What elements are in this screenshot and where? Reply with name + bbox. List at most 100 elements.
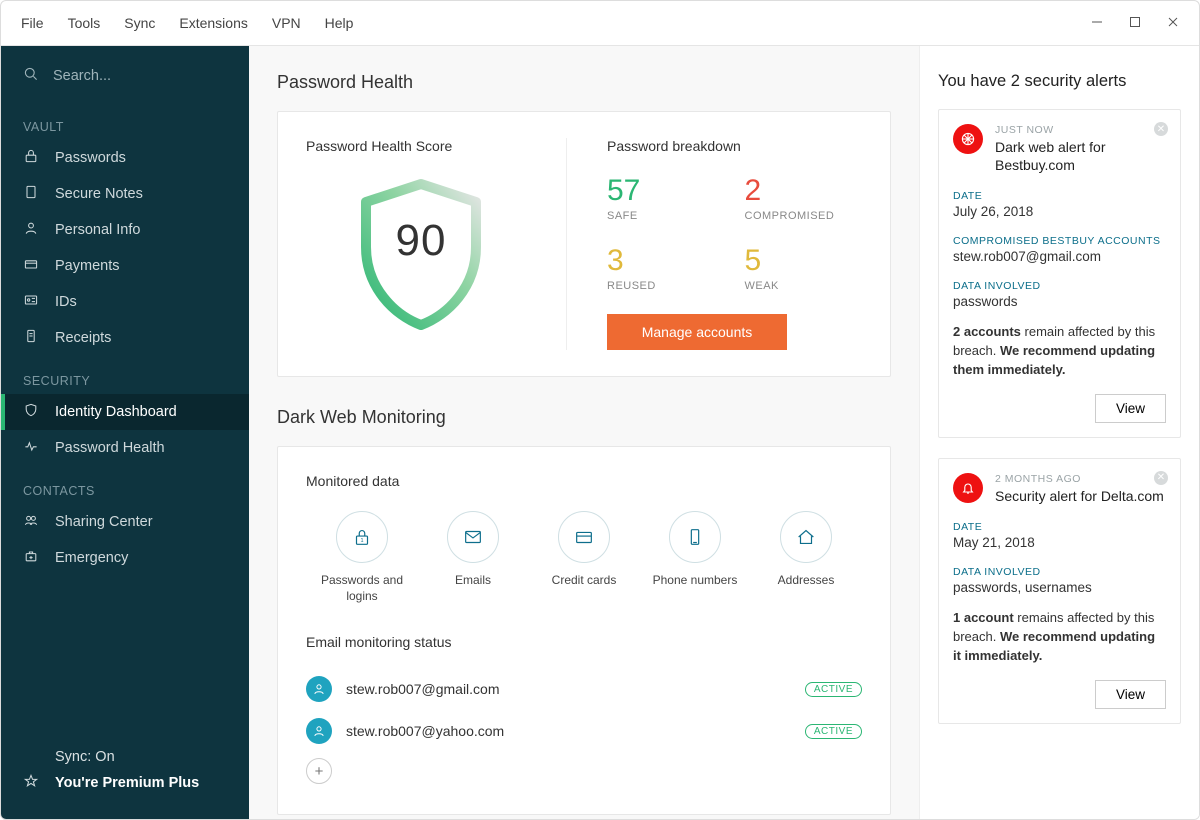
id-icon <box>23 292 39 312</box>
alert-view-button[interactable]: View <box>1095 680 1166 709</box>
password-health-heading: Password Health <box>277 72 891 93</box>
user-icon <box>306 718 332 744</box>
dismiss-icon[interactable]: ✕ <box>1154 122 1168 136</box>
receipt-icon <box>23 328 39 348</box>
nav-payments[interactable]: Payments <box>1 248 249 284</box>
app-window: File Tools Sync Extensions VPN Help Sear… <box>0 0 1200 820</box>
breakdown-label: COMPROMISED <box>745 210 863 222</box>
nav-label: Receipts <box>55 330 111 346</box>
star-icon <box>23 773 39 793</box>
status-badge: ACTIVE <box>805 682 862 697</box>
sidebar: Search... VAULT Passwords Secure Notes P… <box>1 46 249 819</box>
alert-field-value: passwords, usernames <box>953 580 1166 595</box>
breakdown-label: REUSED <box>607 280 725 292</box>
svg-text:1: 1 <box>360 538 363 544</box>
alert-field-label: COMPROMISED BESTBUY ACCOUNTS <box>953 235 1166 247</box>
nav-personal-info[interactable]: Personal Info <box>1 212 249 248</box>
monitored-phone[interactable]: Phone numbers <box>645 511 745 604</box>
menu-help[interactable]: Help <box>325 15 354 31</box>
search-box[interactable]: Search... <box>1 46 249 102</box>
monitored-label: Passwords and logins <box>312 573 412 604</box>
plan-label: You're Premium Plus <box>55 775 199 791</box>
alert-title: Dark web alert for Bestbuy.com <box>995 138 1166 174</box>
nav-emergency[interactable]: Emergency <box>1 540 249 576</box>
nav-password-health[interactable]: Password Health <box>1 430 249 466</box>
dark-web-heading: Dark Web Monitoring <box>277 407 891 428</box>
alert-field-value: stew.rob007@gmail.com <box>953 249 1166 264</box>
note-icon <box>23 184 39 204</box>
monitored-label: Credit cards <box>552 573 617 589</box>
close-icon[interactable] <box>1167 15 1179 31</box>
web-icon <box>953 124 983 154</box>
main-content: Password Health Password Health Score 90 <box>249 46 919 819</box>
alert-card: ✕ 2 MONTHS AGOSecurity alert for Delta.c… <box>938 458 1181 724</box>
section-contacts-label: CONTACTS <box>1 466 249 504</box>
nav-label: Password Health <box>55 440 165 456</box>
monitored-label: Phone numbers <box>653 573 738 589</box>
nav-ids[interactable]: IDs <box>1 284 249 320</box>
people-icon <box>23 512 39 532</box>
monitored-mail[interactable]: Emails <box>423 511 523 604</box>
nav-label: Personal Info <box>55 222 140 238</box>
menu-vpn[interactable]: VPN <box>272 15 301 31</box>
email-row[interactable]: stew.rob007@yahoo.comACTIVE <box>306 710 862 752</box>
email-address: stew.rob007@yahoo.com <box>346 723 791 739</box>
dark-web-card: Monitored data 1Passwords and loginsEmai… <box>277 446 891 815</box>
lock-icon <box>23 148 39 168</box>
lock-icon: 1 <box>336 511 388 563</box>
score-label: Password Health Score <box>306 138 536 154</box>
maximize-icon[interactable] <box>1129 15 1141 31</box>
monitored-card[interactable]: Credit cards <box>534 511 634 604</box>
monitored-label: Emails <box>455 573 491 589</box>
score-value: 90 <box>346 216 496 266</box>
person-icon <box>23 220 39 240</box>
score-shield: 90 <box>346 172 496 342</box>
nav-identity-dashboard[interactable]: Identity Dashboard <box>1 394 249 430</box>
window-controls <box>1091 15 1189 31</box>
home-icon <box>780 511 832 563</box>
card-icon <box>558 511 610 563</box>
add-email-button[interactable]: + <box>306 758 332 784</box>
alert-field-label: DATE <box>953 521 1166 533</box>
nav-label: Payments <box>55 258 119 274</box>
monitored-lock[interactable]: 1 Passwords and logins <box>312 511 412 604</box>
briefcase-icon <box>23 548 39 568</box>
shield-icon <box>23 402 39 422</box>
nav-label: IDs <box>55 294 77 310</box>
menu-tools[interactable]: Tools <box>68 15 101 31</box>
alerts-heading: You have 2 security alerts <box>938 72 1181 91</box>
breakdown-value: 2 <box>745 176 863 206</box>
search-icon <box>23 66 39 86</box>
nav-passwords[interactable]: Passwords <box>1 140 249 176</box>
breakdown-value: 57 <box>607 176 725 206</box>
breakdown-label: SAFE <box>607 210 725 222</box>
breakdown-label: Password breakdown <box>607 138 862 154</box>
breakdown-label: WEAK <box>745 280 863 292</box>
minimize-icon[interactable] <box>1091 15 1103 31</box>
manage-accounts-button[interactable]: Manage accounts <box>607 314 787 350</box>
monitored-home[interactable]: Addresses <box>756 511 856 604</box>
nav-label: Secure Notes <box>55 186 143 202</box>
alert-view-button[interactable]: View <box>1095 394 1166 423</box>
dismiss-icon[interactable]: ✕ <box>1154 471 1168 485</box>
nav-sharing-center[interactable]: Sharing Center <box>1 504 249 540</box>
card-icon <box>23 256 39 276</box>
user-icon <box>306 676 332 702</box>
alert-when: 2 MONTHS AGO <box>995 473 1164 485</box>
alert-field-label: DATE <box>953 190 1166 202</box>
alert-card: ✕ JUST NOWDark web alert for Bestbuy.com… <box>938 109 1181 438</box>
nav-secure-notes[interactable]: Secure Notes <box>1 176 249 212</box>
breakdown-value: 5 <box>745 246 863 276</box>
mail-icon <box>447 511 499 563</box>
menu-sync[interactable]: Sync <box>124 15 155 31</box>
nav-receipts[interactable]: Receipts <box>1 320 249 356</box>
section-vault-label: VAULT <box>1 102 249 140</box>
nav-label: Emergency <box>55 550 128 566</box>
nav-label: Passwords <box>55 150 126 166</box>
email-row[interactable]: stew.rob007@gmail.comACTIVE <box>306 668 862 710</box>
alert-field-value: May 21, 2018 <box>953 535 1166 550</box>
menu-file[interactable]: File <box>21 15 44 31</box>
alerts-panel: You have 2 security alerts ✕ JUST NOWDar… <box>919 46 1199 819</box>
search-placeholder: Search... <box>53 68 111 84</box>
menu-extensions[interactable]: Extensions <box>179 15 247 31</box>
